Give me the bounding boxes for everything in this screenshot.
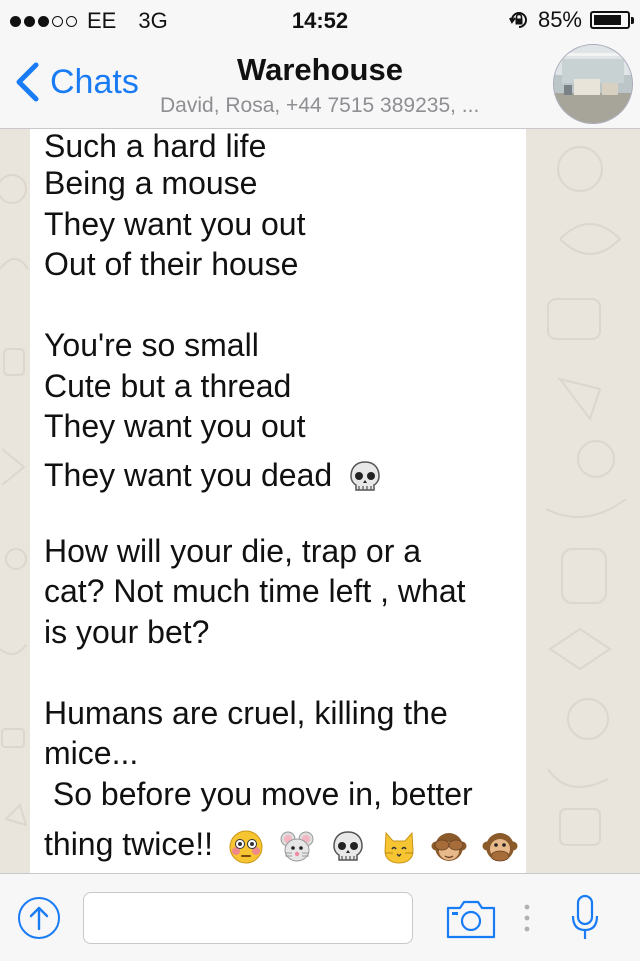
input-bar [0, 873, 640, 961]
message-line: Out of their house [44, 246, 299, 282]
nav-bar: Chats Warehouse David, Rosa, +44 7515 38… [0, 40, 640, 129]
cat-face-emoji-icon [384, 831, 414, 864]
message-stanza: Such a hard life Being a mouse They want… [44, 129, 512, 285]
message-input[interactable] [83, 892, 413, 944]
message-stanza: How will your die, trap or a cat? Not mu… [44, 531, 512, 653]
more-vertical-icon[interactable] [524, 904, 530, 932]
see-no-evil-monkey-emoji-icon [431, 832, 467, 861]
battery-icon [590, 11, 634, 29]
microphone-icon[interactable] [570, 894, 600, 942]
message-line: So before you move in, better [44, 775, 473, 812]
message-line-with-emoji: thing twice!! [44, 814, 518, 873]
status-bar: EE 3G 14:52 85% [0, 0, 640, 40]
message-line: Humans are cruel, killing the [44, 694, 448, 731]
message-line: They want you out [44, 205, 306, 242]
speak-no-evil-monkey-emoji-icon [482, 832, 518, 861]
message-stanza: Humans are cruel, killing the mice... So… [44, 693, 518, 874]
message-line: Such a hard life [44, 129, 267, 164]
message-line: is your bet? [44, 613, 210, 650]
message-line: mice... [44, 735, 139, 771]
chat-area[interactable]: Such a hard life Being a mouse They want… [0, 129, 640, 873]
skull-emoji-icon [350, 461, 380, 491]
message-line: cat? Not much time left , what [44, 573, 466, 609]
battery-level [594, 15, 621, 25]
mouse-emoji-icon [280, 831, 314, 862]
message-line: They want you out [44, 408, 306, 444]
message-bubble[interactable]: Such a hard life Being a mouse They want… [30, 129, 526, 873]
message-stanza: You're so small Cute but a thread They w… [44, 325, 512, 503]
rotation-lock-icon [509, 12, 527, 28]
message-line: Being a mouse [44, 165, 258, 201]
camera-icon[interactable] [445, 898, 497, 940]
message-line: You're so small [44, 327, 259, 363]
message-line-text: thing twice!! [44, 826, 213, 862]
battery-percent: 85% [537, 7, 582, 32]
chat-title[interactable]: Warehouse [0, 52, 640, 88]
message-line-with-emoji: They want you dead [44, 447, 512, 503]
skull-emoji-icon [332, 830, 363, 861]
flushed-face-emoji-icon [229, 830, 263, 864]
share-up-icon[interactable] [17, 896, 61, 940]
status-right: 85% [508, 7, 634, 33]
chat-participants[interactable]: David, Rosa, +44 7515 389235, ... [160, 94, 550, 118]
message-line: How will your die, trap or a [44, 532, 422, 569]
group-avatar[interactable] [553, 44, 633, 124]
message-line: Cute but a thread [44, 367, 292, 404]
message-line-text: They want you dead [44, 456, 333, 493]
group-photo-image [554, 45, 632, 123]
